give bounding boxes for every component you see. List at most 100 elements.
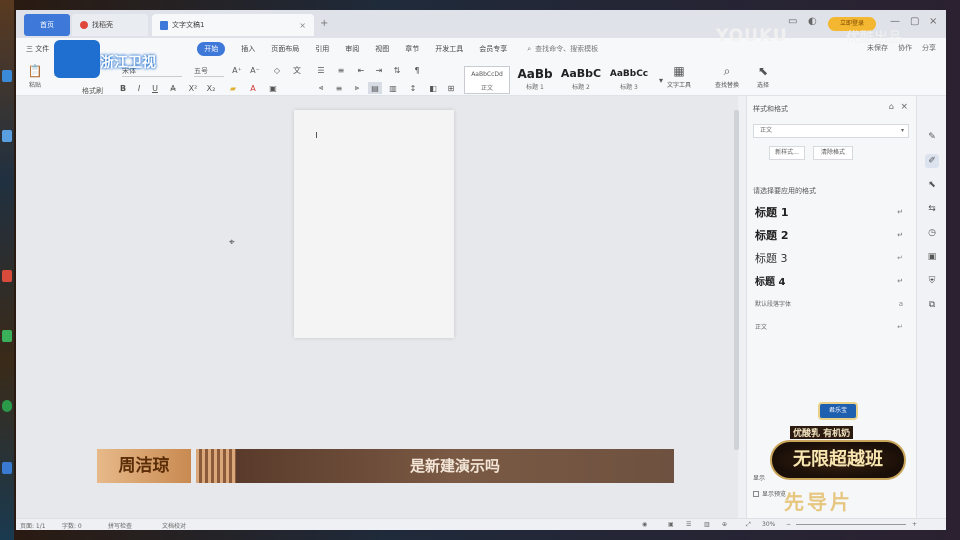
- menu-page-layout[interactable]: 页面布局: [271, 44, 299, 54]
- menu-file[interactable]: 三 文件: [26, 44, 49, 54]
- tab-document[interactable]: 文字文稿1 ×: [152, 14, 314, 36]
- panel-close-icon[interactable]: ×: [900, 102, 908, 112]
- document-page[interactable]: [294, 110, 454, 338]
- minimize-icon[interactable]: —: [890, 16, 900, 27]
- align-center-icon[interactable]: ≡: [332, 82, 346, 94]
- pin-icon[interactable]: ⌂: [889, 102, 894, 111]
- style-list-item-normal[interactable]: 正文 ↵: [753, 315, 909, 338]
- style-list-item-heading-2[interactable]: 标题 2 ↵: [753, 223, 909, 246]
- phonetic-icon[interactable]: 文: [290, 64, 304, 76]
- eye-protect-icon[interactable]: ◉: [642, 521, 647, 528]
- grow-font-icon[interactable]: A⁺: [230, 64, 244, 76]
- close-window-icon[interactable]: ×: [929, 16, 937, 27]
- select-arrow-icon[interactable]: ⬉: [925, 178, 939, 192]
- style-list-item-default-font[interactable]: 默认段落字体 a: [753, 292, 909, 315]
- strikethrough-icon[interactable]: A̶: [166, 82, 180, 94]
- backup-icon[interactable]: ▣: [925, 250, 939, 264]
- desktop-app-icon[interactable]: [2, 270, 12, 282]
- close-tab-icon[interactable]: ×: [299, 21, 306, 30]
- command-search[interactable]: 查找命令、搜索模板: [535, 44, 598, 54]
- bold-button[interactable]: B: [116, 82, 130, 94]
- superscript-icon[interactable]: X²: [186, 82, 200, 94]
- style-heading-1[interactable]: AaBb 标题 1: [512, 66, 558, 94]
- share-button[interactable]: 分享: [922, 43, 936, 53]
- fullscreen-icon[interactable]: ⤢: [746, 521, 751, 529]
- style-list-item-heading-3[interactable]: 标题 3 ↵: [753, 246, 909, 269]
- doc-check-toggle[interactable]: 文档校对: [162, 521, 186, 530]
- show-marks-icon[interactable]: ¶: [410, 64, 424, 76]
- menu-member[interactable]: 会员专享: [479, 44, 507, 54]
- justify-icon[interactable]: ▤: [368, 82, 382, 94]
- zoom-in-icon[interactable]: +: [912, 521, 917, 528]
- format-painter-button[interactable]: 格式刷: [82, 86, 103, 96]
- layout-icon[interactable]: ▭: [788, 16, 797, 27]
- style-heading-2[interactable]: AaBbC 标题 2: [558, 66, 604, 94]
- desktop-app-icon[interactable]: [2, 462, 12, 474]
- word-counter[interactable]: 字数: 0: [62, 521, 82, 530]
- clock-icon[interactable]: ◷: [925, 226, 939, 240]
- clear-format-button[interactable]: 清除格式: [813, 146, 853, 160]
- sort-icon[interactable]: ⇅: [390, 64, 404, 76]
- maximize-icon[interactable]: ▢: [910, 16, 919, 27]
- share-panel-icon[interactable]: ⧉: [925, 298, 939, 312]
- skin-icon[interactable]: ◐: [808, 16, 817, 27]
- menu-review[interactable]: 审阅: [345, 44, 359, 54]
- new-style-button[interactable]: 新样式...: [769, 146, 805, 160]
- find-replace-button[interactable]: ⌕ 查找替换: [710, 64, 744, 89]
- line-spacing-icon[interactable]: ↕: [406, 82, 420, 94]
- view-web-icon[interactable]: ⊕: [722, 521, 727, 528]
- style-list-item-heading-4[interactable]: 标题 4 ↵: [753, 269, 909, 292]
- view-page-icon[interactable]: ▣: [668, 521, 674, 528]
- subscript-icon[interactable]: X₂: [204, 82, 218, 94]
- style-heading-3-caption: 标题 3: [620, 84, 638, 91]
- desktop-app-icon[interactable]: [2, 400, 12, 412]
- outdent-icon[interactable]: ⇤: [354, 64, 368, 76]
- menu-home[interactable]: 开始: [197, 42, 226, 56]
- underline-button[interactable]: U: [148, 82, 162, 94]
- clear-format-icon[interactable]: ◇: [270, 64, 284, 76]
- indent-icon[interactable]: ⇥: [372, 64, 386, 76]
- select-button[interactable]: ⬉ 选择: [746, 64, 780, 89]
- shield-icon[interactable]: ⛨: [925, 274, 939, 288]
- style-normal[interactable]: AaBbCcDd 正文: [464, 66, 510, 94]
- shrink-font-icon[interactable]: A⁻: [248, 64, 262, 76]
- font-size-select[interactable]: 五号: [194, 66, 224, 77]
- style-heading-3[interactable]: AaBbCc 标题 3: [606, 66, 652, 94]
- page-counter[interactable]: 页面: 1/1: [20, 521, 46, 530]
- menu-view[interactable]: 视图: [375, 44, 389, 54]
- desktop-app-icon[interactable]: [2, 330, 12, 342]
- vertical-scrollbar[interactable]: [734, 110, 739, 450]
- style-pen-icon[interactable]: ✐: [925, 154, 939, 168]
- bullets-icon[interactable]: ☰: [314, 64, 328, 76]
- font-color-icon[interactable]: A: [246, 82, 260, 94]
- align-left-icon[interactable]: ⫷: [314, 82, 328, 94]
- brush-icon[interactable]: ✎: [925, 130, 939, 144]
- align-right-icon[interactable]: ⫸: [350, 82, 364, 94]
- highlight-icon[interactable]: ▰: [226, 82, 240, 94]
- borders-icon[interactable]: ⊞: [444, 82, 458, 94]
- tab-home[interactable]: 首页: [24, 14, 70, 36]
- distribute-icon[interactable]: ▥: [386, 82, 400, 94]
- tab-docer[interactable]: 找稻壳: [72, 14, 148, 36]
- swap-icon[interactable]: ⇆: [925, 202, 939, 216]
- numbering-icon[interactable]: ≡: [334, 64, 348, 76]
- menu-references[interactable]: 引用: [315, 44, 329, 54]
- zoom-slider[interactable]: [796, 524, 906, 525]
- view-read-icon[interactable]: ▥: [704, 521, 710, 528]
- char-border-icon[interactable]: ▣: [266, 82, 280, 94]
- view-outline-icon[interactable]: ☰: [686, 521, 691, 528]
- shading-icon[interactable]: ◧: [426, 82, 440, 94]
- style-list-item-heading-1[interactable]: 标题 1 ↵: [753, 200, 909, 223]
- menu-insert[interactable]: 插入: [241, 44, 255, 54]
- menu-developer[interactable]: 开发工具: [435, 44, 463, 54]
- menu-chapter[interactable]: 章节: [405, 44, 419, 54]
- channel-logo: [54, 40, 100, 78]
- spell-check-toggle[interactable]: 拼写检查: [108, 521, 132, 530]
- italic-button[interactable]: I: [132, 82, 146, 94]
- new-tab-button[interactable]: +: [320, 18, 328, 29]
- paste-button[interactable]: 📋 粘贴: [18, 64, 52, 89]
- desktop-app-icon[interactable]: [2, 130, 12, 142]
- current-style-select[interactable]: 正文 ▾: [753, 124, 909, 138]
- desktop-app-icon[interactable]: [2, 70, 12, 82]
- text-tools-button[interactable]: ▦ 文字工具: [662, 64, 696, 89]
